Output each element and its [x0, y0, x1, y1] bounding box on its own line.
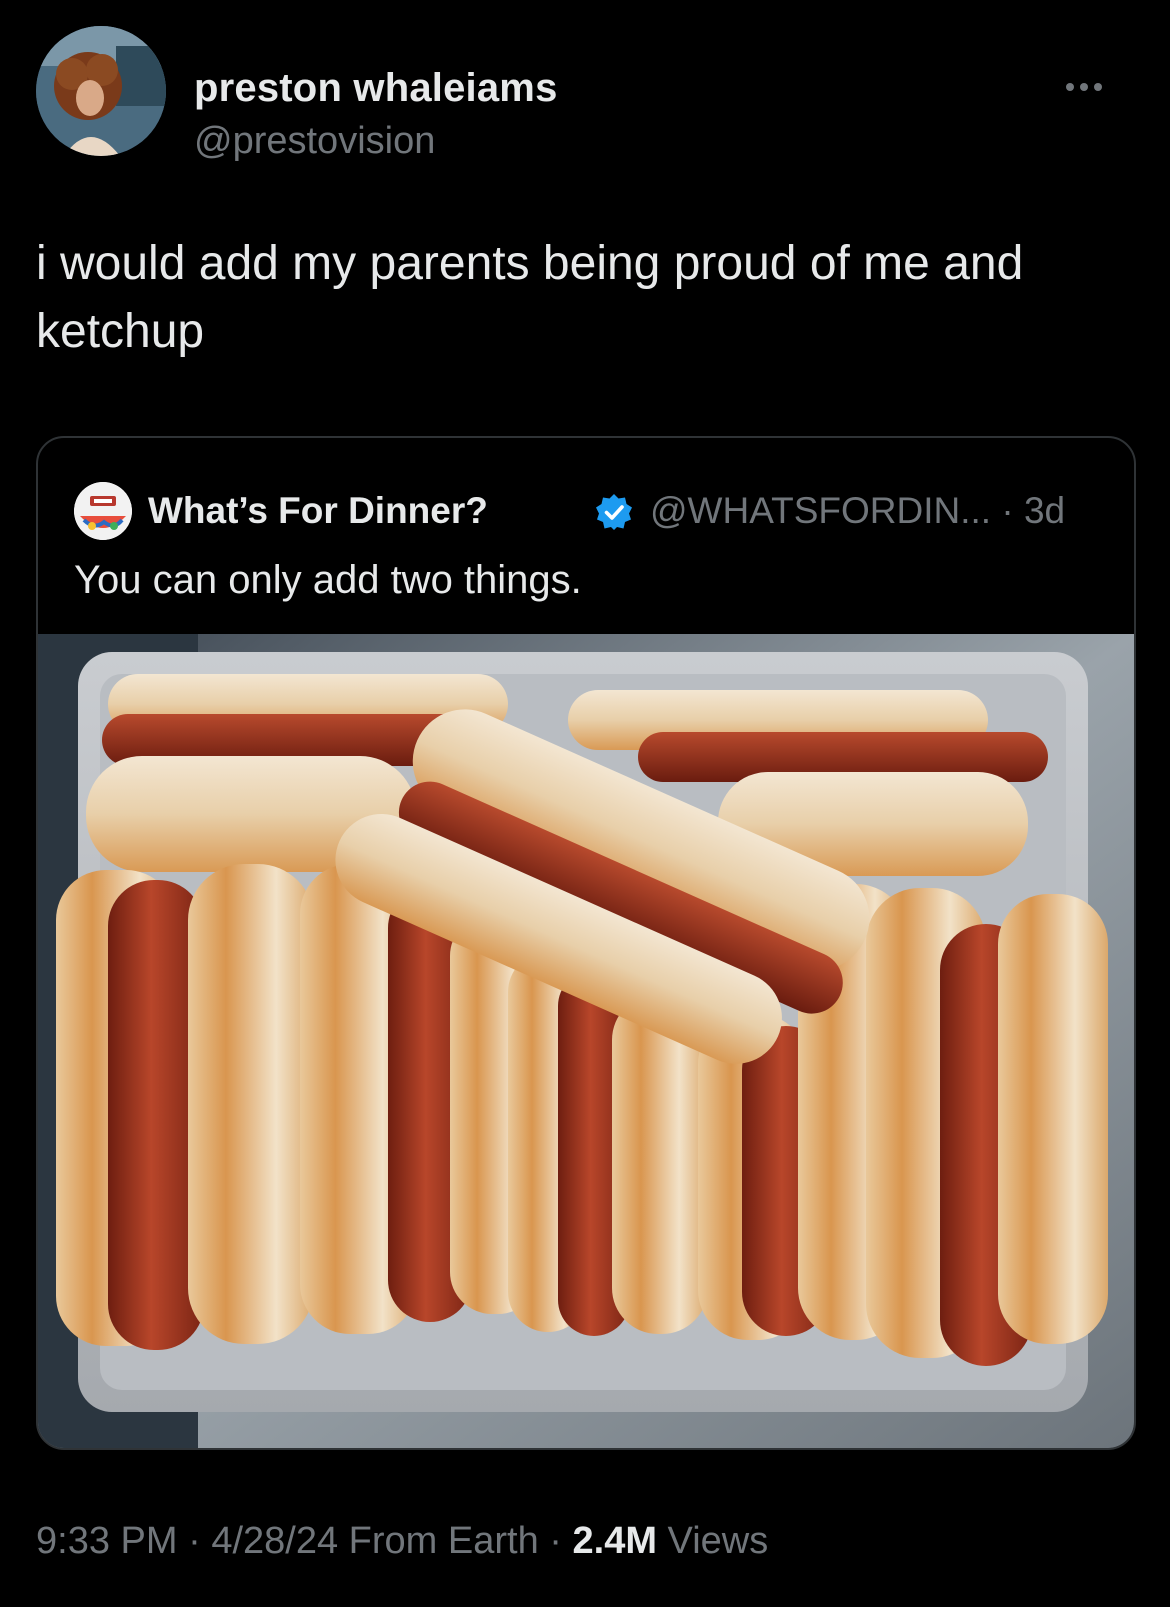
quoted-tweet-card[interactable]: What’s For Dinner? @WHATSFORDIN... · 3d …: [36, 436, 1136, 1450]
verified-badge-icon: [596, 494, 632, 530]
profile-photo-icon: [36, 26, 166, 156]
tweet-text: i would add my parents being proud of me…: [36, 237, 1024, 358]
hot-dogs-photo: [38, 634, 1134, 1448]
tweet-location: From Earth: [338, 1520, 539, 1562]
whats-for-dinner-logo-icon: [74, 482, 132, 540]
tweet-header: preston whaleiams @prestovision: [36, 26, 1136, 162]
views-count[interactable]: 2.4M: [573, 1520, 657, 1562]
tweet-time[interactable]: 9:33 PM: [36, 1520, 178, 1562]
quoted-tweet-header: What’s For Dinner? @WHATSFORDIN... · 3d: [74, 482, 1114, 542]
more-options-icon[interactable]: [1062, 80, 1106, 94]
quoted-author-avatar[interactable]: [74, 482, 132, 540]
tweet-date[interactable]: 4/28/24: [211, 1520, 338, 1562]
views-label: Views: [656, 1520, 769, 1562]
quoted-tweet-photo[interactable]: [38, 634, 1134, 1448]
author-handle[interactable]: @prestovision: [194, 120, 435, 163]
meta-separator: ·: [538, 1520, 573, 1562]
quoted-tweet-text: You can only add two things.: [74, 558, 582, 602]
author-display-name[interactable]: preston whaleiams: [194, 66, 558, 111]
meta-separator: ·: [177, 1520, 212, 1562]
quoted-author-handle-and-time[interactable]: @WHATSFORDIN... · 3d: [650, 490, 1065, 532]
author-avatar[interactable]: [36, 26, 166, 156]
tweet-metadata: 9:33 PM · 4/28/24 From Earth · 2.4M View…: [36, 1520, 768, 1563]
quoted-author-display-name[interactable]: What’s For Dinner?: [148, 490, 488, 532]
